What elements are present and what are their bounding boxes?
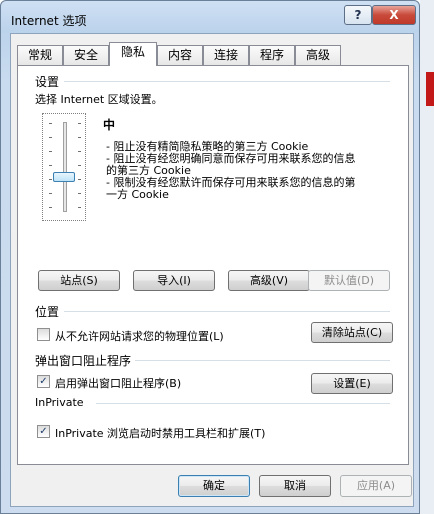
slider-tick (49, 179, 52, 180)
tab-connections[interactable]: 连接 (203, 45, 249, 65)
privacy-level-slider[interactable] (42, 113, 86, 221)
background-window-accent (426, 72, 434, 106)
apply-button[interactable]: 应用(A) (340, 475, 412, 497)
settings-instruction: 选择 Internet 区域设置。 (35, 93, 163, 106)
privacy-level-name: 中 (103, 118, 116, 132)
privacy-panel: 设置 选择 Internet 区域设置。 中 - 阻止没有精简隐私策略的第三方 … (17, 65, 409, 465)
default-button[interactable]: 默认值(D) (308, 270, 390, 291)
location-group-line (64, 311, 390, 312)
location-checkbox[interactable] (37, 328, 50, 341)
slider-track (63, 122, 67, 212)
import-button[interactable]: 导入(I) (133, 270, 215, 291)
slider-tick (49, 137, 52, 138)
location-group-title: 位置 (35, 303, 64, 320)
slider-tick (78, 123, 81, 124)
inprivate-group-title: InPrivate (35, 396, 88, 409)
sites-button[interactable]: 站点(S) (38, 270, 120, 291)
ok-button[interactable]: 确定 (178, 475, 250, 497)
location-checkbox-label[interactable]: 从不允许网站请求您的物理位置(L) (55, 328, 224, 344)
tab-programs[interactable]: 程序 (249, 45, 295, 65)
inprivate-checkbox[interactable]: ✓ (37, 425, 50, 438)
close-button[interactable]: X (372, 5, 416, 25)
popup-group-line (134, 360, 390, 361)
tab-content[interactable]: 内容 (157, 45, 203, 65)
settings-group-title: 设置 (35, 73, 64, 90)
tab-privacy[interactable]: 隐私 (109, 42, 157, 66)
settings-group-line (64, 81, 390, 82)
dialog-title: Internet 选项 (11, 14, 87, 28)
slider-tick (78, 137, 81, 138)
inprivate-group-line (96, 403, 390, 404)
slider-tick (78, 165, 81, 166)
clear-sites-button[interactable]: 清除站点(C) (311, 322, 393, 343)
slider-tick (49, 151, 52, 152)
slider-tick (78, 179, 81, 180)
tab-general[interactable]: 常规 (17, 45, 63, 65)
cancel-button[interactable]: 取消 (259, 475, 331, 497)
slider-tick (49, 207, 52, 208)
inprivate-checkbox-label[interactable]: InPrivate 浏览启动时禁用工具栏和扩展(T) (55, 425, 265, 441)
privacy-desc-line: 一方 Cookie (106, 188, 169, 201)
popup-group-title: 弹出窗口阻止程序 (35, 352, 136, 369)
popup-checkbox-label[interactable]: 启用弹出窗口阻止程序(B) (55, 375, 181, 391)
slider-tick (49, 123, 52, 124)
tab-security[interactable]: 安全 (63, 45, 109, 65)
slider-thumb[interactable] (53, 172, 75, 182)
advanced-button[interactable]: 高级(V) (228, 270, 310, 291)
internet-options-dialog: Internet 选项 ? X 常规 安全 隐私 内容 连接 程序 高级 设置 … (0, 0, 420, 514)
tab-advanced[interactable]: 高级 (295, 45, 341, 65)
popup-settings-button[interactable]: 设置(E) (311, 373, 393, 394)
help-button[interactable]: ? (344, 5, 372, 25)
slider-tick (78, 193, 81, 194)
slider-tick (49, 165, 52, 166)
slider-tick (78, 151, 81, 152)
slider-tick (78, 207, 81, 208)
slider-tick (49, 193, 52, 194)
dialog-client-area: 常规 安全 隐私 内容 连接 程序 高级 设置 选择 Internet 区域设置… (10, 33, 414, 507)
popup-checkbox[interactable]: ✓ (37, 375, 50, 388)
